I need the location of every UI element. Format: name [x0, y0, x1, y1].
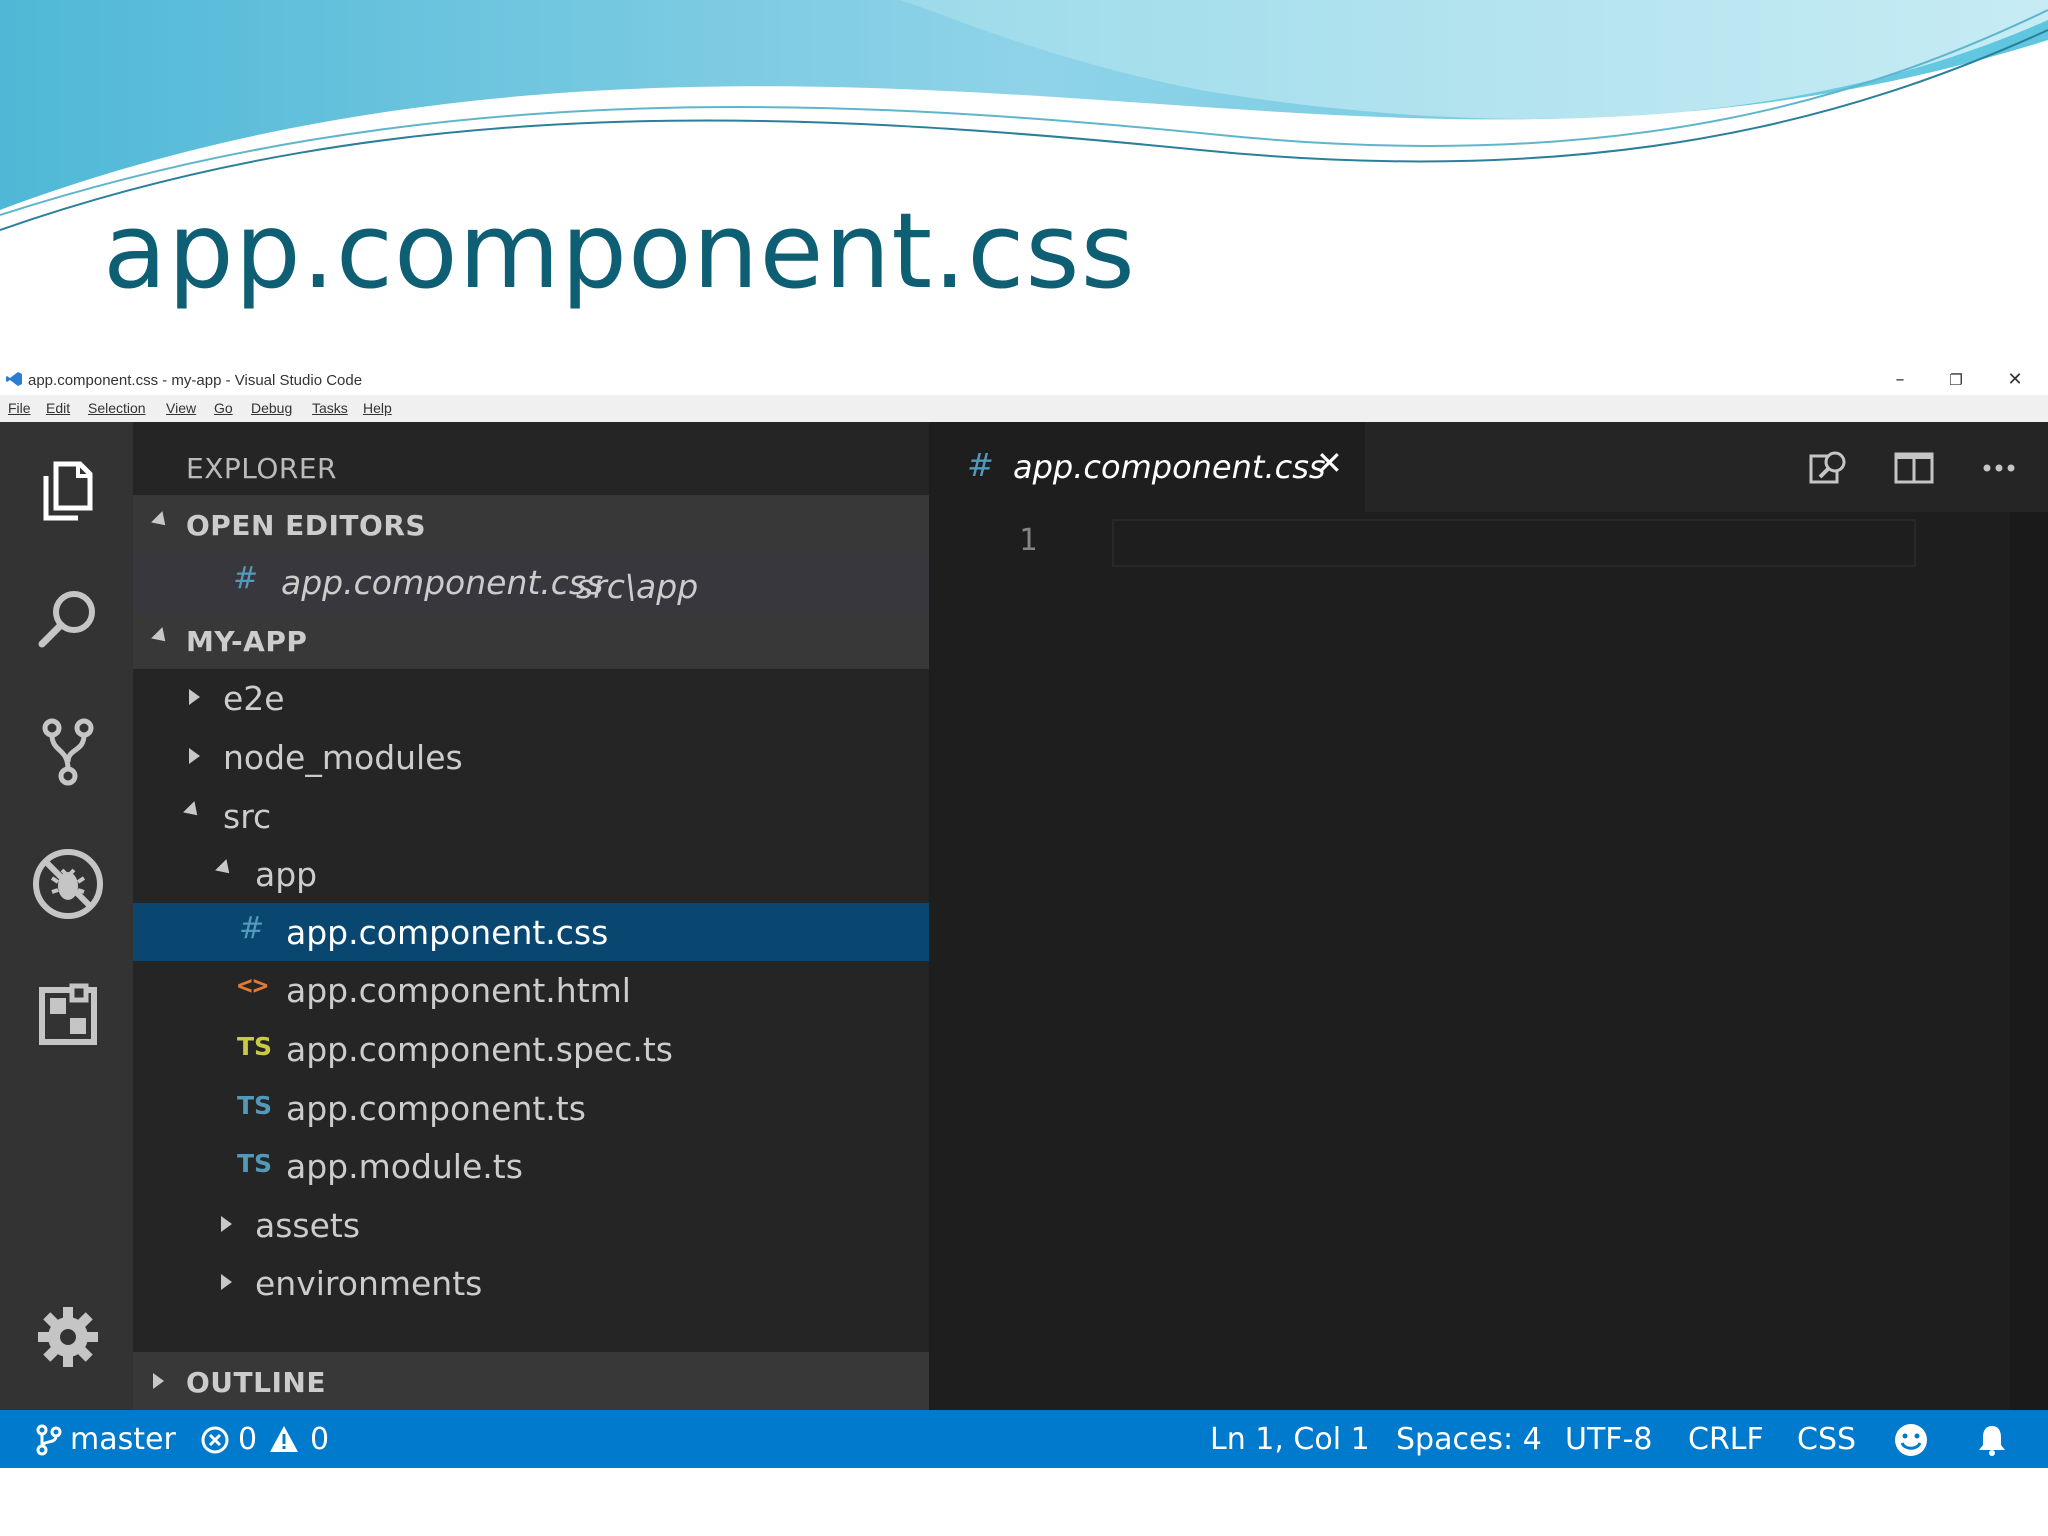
menu-bar: File Edit Selection View Go Debug Tasks … [0, 395, 2048, 422]
window-title: app.component.css - my-app - Visual Stud… [28, 372, 363, 389]
ts-file-icon: TS [237, 1091, 273, 1120]
tree-item-label: app.component.html [286, 971, 631, 1010]
css-file-icon: # [239, 911, 265, 946]
open-editors-label: OPEN EDITORS [186, 509, 427, 542]
chevron-right-icon [153, 1373, 164, 1389]
tree-item-label: assets [255, 1206, 361, 1245]
chevron-down-icon [151, 627, 171, 647]
extensions-icon[interactable] [28, 974, 108, 1054]
feedback-smiley-icon[interactable] [1893, 1422, 1929, 1458]
settings-gear-icon[interactable] [28, 1297, 108, 1377]
tree-item-label: src [223, 797, 272, 836]
warning-icon [270, 1426, 298, 1452]
vscode-window: app.component.css - my-app - Visual Stud… [0, 365, 2048, 1468]
split-editor-icon[interactable] [1892, 446, 1936, 490]
tree-item-label: e2e [223, 679, 285, 718]
tree-item-app-component-spec-ts[interactable]: TS app.component.spec.ts [133, 1020, 929, 1078]
tree-item-assets[interactable]: assets [133, 1196, 929, 1254]
tree-item-app-component-css[interactable]: # app.component.css [133, 903, 929, 961]
tree-item-label: app.component.css [286, 913, 609, 952]
tree-item-label: environments [255, 1264, 483, 1303]
menu-help[interactable]: Help [363, 400, 392, 416]
explorer-header: EXPLORER [186, 452, 337, 485]
ts-file-icon: TS [237, 1032, 273, 1061]
activity-bar [0, 422, 133, 1410]
tree-item-app[interactable]: app [133, 845, 929, 903]
indentation[interactable]: Spaces: 4 [1396, 1422, 1542, 1457]
tab-label: app.component.css [1013, 448, 1326, 486]
open-editors-section[interactable]: OPEN EDITORS [133, 495, 929, 553]
chevron-right-icon [189, 748, 200, 764]
close-window-button[interactable]: ✕ [1995, 367, 2035, 393]
chevron-right-icon [221, 1216, 232, 1232]
open-editor-path: src\app [576, 567, 699, 606]
ts-file-icon: TS [237, 1149, 273, 1178]
warning-count[interactable]: 0 [310, 1422, 329, 1457]
menu-go[interactable]: Go [214, 400, 233, 416]
html-file-icon: <> [237, 971, 269, 1001]
tree-item-label: node_modules [223, 738, 463, 777]
encoding[interactable]: UTF-8 [1565, 1422, 1652, 1457]
tree-item-e2e[interactable]: e2e [133, 669, 929, 727]
branch-name[interactable]: master [70, 1422, 176, 1457]
menu-edit[interactable]: Edit [46, 400, 70, 416]
minimize-button[interactable]: – [1880, 367, 1920, 393]
css-file-icon: # [233, 561, 259, 596]
outline-section[interactable]: OUTLINE [133, 1352, 929, 1410]
tree-item-src[interactable]: src [133, 787, 929, 845]
search-icon[interactable] [28, 580, 108, 660]
open-editor-filename: app.component.css [281, 563, 604, 602]
editor-area: # app.component.css ✕ 1 [929, 422, 2048, 1410]
error-count[interactable]: 0 [238, 1422, 257, 1457]
current-line-highlight[interactable] [1112, 519, 1916, 567]
explorer-icon[interactable] [28, 450, 108, 530]
chevron-right-icon [189, 689, 200, 705]
project-section[interactable]: MY-APP [133, 611, 929, 669]
line-ending[interactable]: CRLF [1688, 1422, 1764, 1457]
tree-item-app-component-ts[interactable]: TS app.component.ts [133, 1079, 929, 1137]
source-control-icon[interactable] [28, 712, 108, 792]
explorer-sidebar: EXPLORER OPEN EDITORS # app.component.cs… [133, 422, 929, 1410]
menu-debug[interactable]: Debug [251, 400, 292, 416]
tree-item-label: app [255, 855, 318, 894]
open-preview-icon[interactable] [1807, 446, 1851, 490]
tab-close-button[interactable]: ✕ [1316, 444, 1343, 482]
project-label: MY-APP [186, 625, 308, 658]
chevron-down-icon [215, 859, 235, 879]
chevron-right-icon [221, 1274, 232, 1290]
status-bar: master 0 0 Ln 1, Col 1 Spaces: 4 UTF-8 C… [0, 1410, 2048, 1468]
tree-item-app-module-ts[interactable]: TS app.module.ts [133, 1137, 929, 1195]
window-titlebar: app.component.css - my-app - Visual Stud… [0, 365, 2048, 395]
tree-item-environments[interactable]: environments [133, 1254, 929, 1312]
editor-scrollbar[interactable] [2010, 512, 2048, 1410]
outline-label: OUTLINE [186, 1366, 326, 1399]
vscode-logo-icon [6, 372, 22, 386]
css-file-icon: # [967, 446, 994, 484]
chevron-down-icon [183, 801, 203, 821]
menu-tasks[interactable]: Tasks [312, 400, 348, 416]
menu-view[interactable]: View [166, 400, 196, 416]
menu-selection[interactable]: Selection [88, 400, 146, 416]
open-editor-item[interactable]: # app.component.css src\app [133, 553, 929, 611]
slide-title: app.component.css [103, 190, 1136, 312]
cursor-position[interactable]: Ln 1, Col 1 [1210, 1422, 1370, 1457]
restore-button[interactable]: ❐ [1936, 367, 1976, 393]
tree-item-app-component-html[interactable]: <> app.component.html [133, 961, 929, 1019]
tree-item-label: app.module.ts [286, 1147, 523, 1186]
debug-icon[interactable] [28, 844, 108, 924]
tree-item-node-modules[interactable]: node_modules [133, 728, 929, 786]
editor-tab[interactable]: # app.component.css ✕ [929, 422, 1365, 512]
tree-item-label: app.component.spec.ts [286, 1030, 673, 1069]
error-icon [201, 1426, 229, 1454]
chevron-down-icon [151, 511, 171, 531]
language-mode[interactable]: CSS [1797, 1422, 1856, 1457]
tree-item-label: app.component.ts [286, 1089, 586, 1128]
notifications-bell-icon[interactable] [1975, 1423, 2009, 1457]
line-number: 1 [1019, 523, 1038, 558]
menu-file[interactable]: File [8, 400, 31, 416]
more-actions-icon[interactable] [1977, 446, 2021, 490]
editor-tab-bar: # app.component.css ✕ [929, 422, 2048, 512]
git-branch-icon [36, 1424, 62, 1456]
